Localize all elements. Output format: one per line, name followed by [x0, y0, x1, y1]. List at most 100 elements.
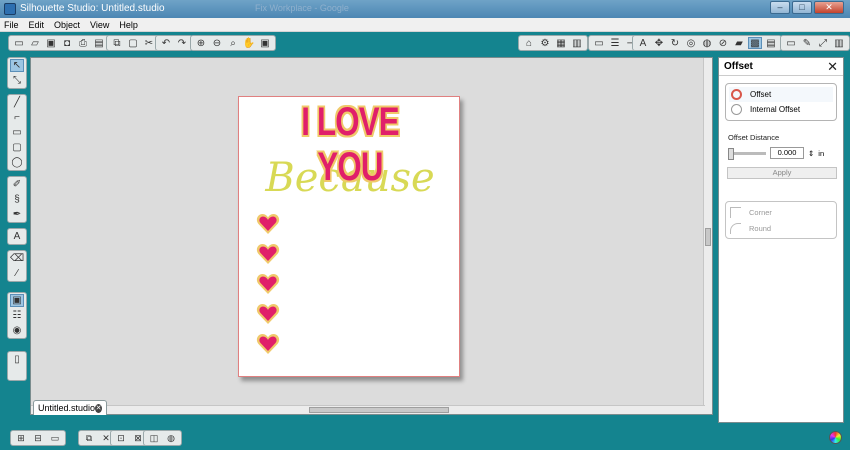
round-icon — [730, 222, 741, 234]
text-tool-icon[interactable]: A — [10, 230, 24, 243]
ungroup-icon[interactable]: ☰ — [608, 37, 622, 49]
vertical-scrollbar[interactable] — [703, 58, 712, 414]
print-icon[interactable]: ⎙ — [76, 37, 90, 49]
save-icon[interactable]: ▣ — [44, 37, 58, 49]
rotate-icon[interactable]: ↻ — [668, 37, 682, 49]
new-icon[interactable]: ▭ — [12, 37, 26, 49]
close-tab-icon[interactable]: ✕ — [95, 403, 102, 413]
main-toolbar: ▭ ▱ ▣ ◘ ⎙ ▤ ⧉ ▢ ✂ ↶ ↷ ⊕ ⊖ ⌕ ✋ ▣ ⌂ ⚙ ▦ ▥ … — [0, 32, 850, 54]
close-window-button[interactable]: ✕ — [814, 1, 844, 14]
app-icon — [4, 3, 16, 15]
redo-icon[interactable]: ↷ — [175, 37, 189, 49]
make-compound-icon[interactable]: ◫ — [147, 432, 161, 444]
menu-file[interactable]: File — [4, 20, 19, 30]
knife-tool-icon[interactable]: ∕ — [10, 267, 24, 280]
history-tools: ↶ ↷ — [155, 35, 193, 51]
knife-icon[interactable]: ◍ — [700, 37, 714, 49]
heart-shape[interactable] — [256, 272, 280, 296]
color-wheel-icon[interactable] — [829, 431, 842, 444]
polygon-tool-icon[interactable]: ⌐ — [10, 111, 24, 124]
offset-distance-input[interactable]: 0.000 — [770, 147, 804, 159]
rounded-rect-tool-icon[interactable]: ▢ — [10, 141, 24, 154]
transform-icon[interactable]: ✥ — [652, 37, 666, 49]
menu-view[interactable]: View — [90, 20, 109, 30]
internal-offset-option[interactable]: Internal Offset — [729, 102, 833, 117]
duplicate-icon[interactable]: ⧉ — [82, 432, 96, 444]
group-bottom-icon[interactable]: ⊡ — [114, 432, 128, 444]
corner-options: Corner Round — [725, 201, 837, 239]
cut-settings-icon[interactable]: ▩ — [748, 37, 762, 49]
zoom-tools: ⊕ ⊖ ⌕ ✋ ▣ — [190, 35, 276, 51]
deselect-icon[interactable]: ⊟ — [31, 432, 45, 444]
rectangle-tool-icon[interactable]: ▭ — [10, 126, 24, 139]
library-icon[interactable]: ☷ — [10, 309, 24, 322]
freehand-tool-icon[interactable]: ✐ — [10, 178, 24, 191]
eraser-tool-icon[interactable]: ⌫ — [10, 252, 24, 265]
heart-shape[interactable] — [256, 212, 280, 236]
edit-tools: ⧉ ▢ ✂ — [106, 35, 160, 51]
cut-icon[interactable]: ✂ — [142, 37, 156, 49]
text-style-icon[interactable]: A — [636, 37, 650, 49]
replicate-icon[interactable]: ▥ — [570, 37, 584, 49]
line-tool-icon[interactable]: ╱ — [10, 96, 24, 109]
page-setup-icon[interactable]: ⌂ — [522, 37, 536, 49]
curve-tool-icon[interactable]: § — [10, 193, 24, 206]
offset-distance-slider[interactable] — [728, 147, 766, 160]
apply-button[interactable]: Apply — [727, 167, 837, 179]
ellipse-tool-icon[interactable]: ◯ — [10, 156, 24, 169]
hearts-column — [256, 212, 280, 362]
menu-help[interactable]: Help — [119, 20, 138, 30]
round-option[interactable]: Round — [730, 220, 832, 236]
background-window-title: Fix Workplace - Google — [255, 3, 349, 13]
i-love-you-text[interactable]: I LOVE YOU — [281, 100, 420, 190]
save-as-icon[interactable]: ◘ — [60, 37, 74, 49]
horizontal-scrollbar[interactable] — [31, 405, 705, 414]
minimize-button[interactable]: – — [770, 1, 790, 14]
corner-option[interactable]: Corner — [730, 204, 832, 220]
menu-object[interactable]: Object — [54, 20, 80, 30]
cut-send-icon[interactable]: ▯ — [10, 353, 24, 366]
align-icon[interactable]: ▦ — [554, 37, 568, 49]
select-by-color-icon[interactable]: ▭ — [48, 432, 62, 444]
zoom-out-icon[interactable]: ⊖ — [210, 37, 224, 49]
panel-icon[interactable]: ▥ — [832, 37, 846, 49]
menu-edit[interactable]: Edit — [29, 20, 45, 30]
cut-print-icon[interactable]: ▤ — [92, 37, 106, 49]
pen-tool-icon[interactable]: ✒ — [10, 208, 24, 221]
pan-icon[interactable]: ✋ — [242, 37, 256, 49]
zoom-select-icon[interactable]: ⌕ — [226, 37, 240, 49]
grid-icon[interactable]: ⚙ — [538, 37, 552, 49]
group-icon[interactable]: ▭ — [592, 37, 606, 49]
design-page-icon[interactable]: ▣ — [10, 294, 24, 307]
design-canvas[interactable]: Because I LOVE YOU — [30, 57, 713, 415]
line-style-icon[interactable]: ⊘ — [716, 37, 730, 49]
online-store-icon[interactable]: ◉ — [10, 324, 24, 337]
design-page[interactable]: Because I LOVE YOU — [238, 96, 460, 377]
offset-icon[interactable]: ◎ — [684, 37, 698, 49]
fullscreen-icon[interactable]: ⤢ — [816, 37, 830, 49]
select-all-icon[interactable]: ⊞ — [14, 432, 28, 444]
paste-icon[interactable]: ▢ — [126, 37, 140, 49]
panel-title: Offset — [724, 61, 753, 72]
compound-tools: ◫ ◍ — [143, 430, 182, 446]
fill-icon[interactable]: ▰ — [732, 37, 746, 49]
heart-shape[interactable] — [256, 332, 280, 356]
edit-points-icon[interactable]: ⤡ — [10, 74, 24, 87]
offset-option[interactable]: Offset — [729, 87, 833, 102]
open-icon[interactable]: ▱ — [28, 37, 42, 49]
eraser-icon[interactable]: ▭ — [784, 37, 798, 49]
release-compound-icon[interactable]: ◍ — [164, 432, 178, 444]
copy-icon[interactable]: ⧉ — [110, 37, 124, 49]
select-tool-icon[interactable]: ↖ — [10, 59, 24, 72]
heart-shape[interactable] — [256, 242, 280, 266]
stepper-icon[interactable]: ⇕ — [808, 149, 814, 158]
heart-shape[interactable] — [256, 302, 280, 326]
document-tab[interactable]: Untitled.studio ✕ — [33, 400, 107, 415]
fit-page-icon[interactable]: ▣ — [258, 37, 272, 49]
undo-icon[interactable]: ↶ — [159, 37, 173, 49]
store-icon[interactable]: ▤ — [764, 37, 778, 49]
maximize-button[interactable]: □ — [792, 1, 812, 14]
pencil-icon[interactable]: ✎ — [800, 37, 814, 49]
panel-close-icon[interactable]: ✕ — [827, 59, 838, 75]
zoom-in-icon[interactable]: ⊕ — [194, 37, 208, 49]
